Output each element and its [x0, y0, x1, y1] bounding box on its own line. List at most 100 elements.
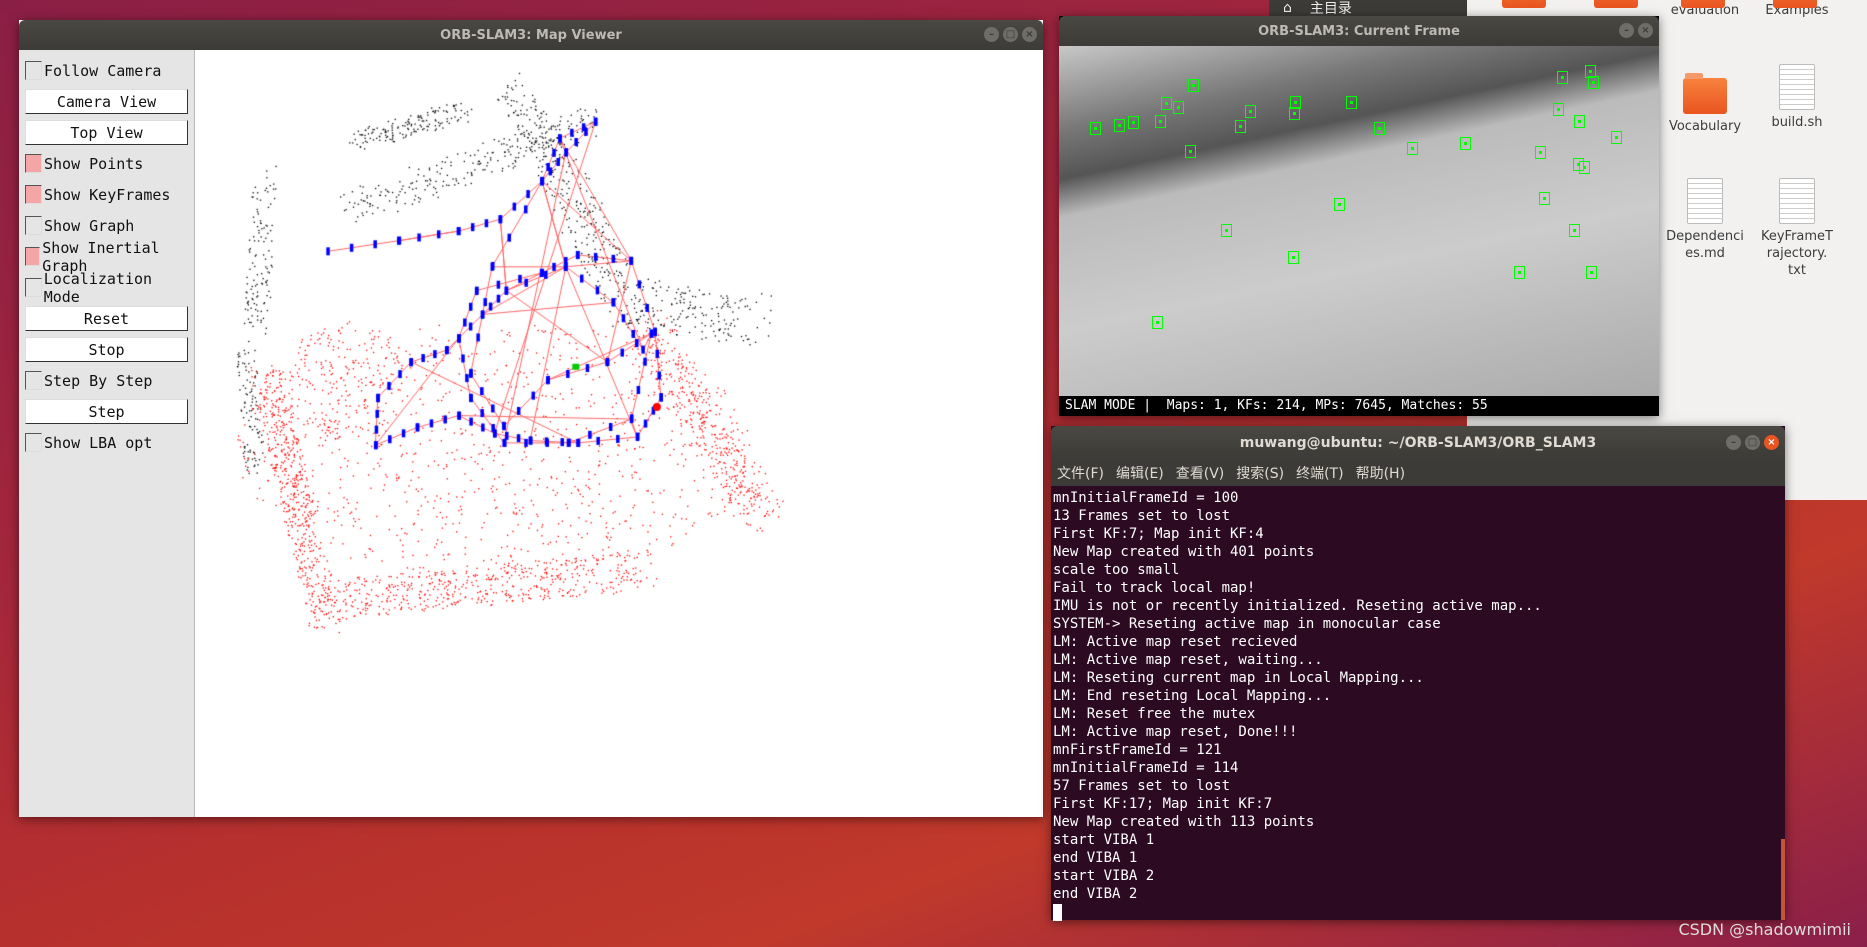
file-item[interactable]: KeyFrameT rajectory. txt [1752, 178, 1842, 279]
maximize-button[interactable]: □ [1745, 435, 1760, 450]
menu-item[interactable]: 文件(F) [1057, 463, 1104, 483]
terminal-prompt [1053, 903, 1785, 921]
control-label: Show KeyFrames [44, 185, 171, 204]
checkbox-box[interactable] [25, 61, 42, 80]
feature-marker [1244, 104, 1256, 118]
menu-item[interactable]: 终端(T) [1296, 463, 1343, 483]
feature-marker [1611, 130, 1623, 144]
close-button[interactable]: × [1022, 27, 1037, 42]
feature-marker [1552, 103, 1564, 117]
follow-camera-checkbox[interactable]: Follow Camera [25, 58, 161, 83]
camera-view-button[interactable]: Camera View [25, 89, 188, 114]
terminal-line: First KF:7; Map init KF:4 [1053, 526, 1264, 542]
localization-mode-checkbox[interactable]: Localization Mode [25, 270, 194, 306]
stop-button[interactable]: Stop [25, 337, 188, 362]
close-button[interactable]: × [1638, 23, 1653, 38]
map-viewer-window: ORB-SLAM3: Map Viewer – □ × Follow Camera C… [19, 20, 1043, 817]
scrollbar[interactable] [1781, 839, 1785, 920]
feature-marker [1155, 115, 1167, 129]
home-icon[interactable]: ⌂ [1283, 0, 1292, 16]
top-view-button[interactable]: Top View [25, 120, 188, 145]
folder-icon[interactable] [1773, 0, 1817, 8]
feature-marker [1334, 197, 1346, 211]
terminal-line: New Map created with 401 points [1053, 544, 1315, 560]
checkbox-box[interactable] [25, 154, 42, 173]
control-label: Stop [88, 340, 125, 359]
terminal-line: mnInitialFrameId = 114 [1053, 760, 1239, 776]
menu-item[interactable]: 搜索(S) [1236, 463, 1284, 483]
cursor [1053, 903, 1062, 921]
terminal-line: LM: Active map reset, Done!!! [1053, 724, 1298, 740]
menu-item[interactable]: 帮助(H) [1356, 463, 1405, 483]
file-item[interactable]: build.sh [1752, 64, 1842, 131]
control-label: Camera View [56, 92, 157, 111]
control-label: Show LBA opt [44, 433, 153, 452]
feature-marker [1187, 79, 1199, 93]
step-by-step-checkbox[interactable]: Step By Step [25, 368, 152, 393]
feature-marker [1534, 146, 1546, 160]
terminal-line: 13 Frames set to lost [1053, 508, 1231, 524]
terminal-line: Fail to track local map! [1053, 580, 1256, 596]
minimize-button[interactable]: – [1726, 435, 1741, 450]
checkbox-box[interactable] [25, 185, 42, 204]
minimize-button[interactable]: – [984, 27, 999, 42]
slam-status-bar: SLAM MODE | Maps: 1, KFs: 214, MPs: 7645… [1059, 396, 1659, 416]
folder-icon[interactable] [1681, 0, 1725, 8]
feature-marker [1578, 160, 1590, 174]
feature-marker [1407, 141, 1419, 155]
terminal-output[interactable]: mnInitialFrameId = 100 13 Frames set to l… [1051, 486, 1785, 921]
maximize-button[interactable]: □ [1003, 27, 1018, 42]
feature-marker [1569, 223, 1581, 237]
show-graph-checkbox[interactable]: Show Graph [25, 213, 134, 238]
checkbox-box[interactable] [25, 216, 42, 235]
reset-button[interactable]: Reset [25, 306, 188, 331]
window-title: ORB-SLAM3: Current Frame [1258, 23, 1460, 39]
menu-item[interactable]: 编辑(E) [1116, 463, 1164, 483]
terminal-line: end VIBA 1 [1053, 850, 1138, 866]
feature-marker [1113, 118, 1125, 132]
checkbox-box[interactable] [25, 371, 42, 390]
show-inertial-graph-checkbox[interactable]: Show Inertial Graph [25, 239, 194, 275]
control-label: Step [88, 402, 125, 421]
terminal-line: mnFirstFrameId = 121 [1053, 742, 1222, 758]
file-icon [1779, 178, 1815, 224]
camera-frame-image [1059, 46, 1659, 396]
show-lba-opt-checkbox[interactable]: Show LBA opt [25, 430, 152, 455]
step-button[interactable]: Step [25, 399, 188, 424]
checkbox-box[interactable] [25, 247, 41, 266]
feature-marker [1557, 71, 1569, 85]
map-3d-view[interactable] [195, 50, 1043, 817]
file-label: Vocabulary [1668, 119, 1742, 134]
feature-marker [1161, 97, 1173, 111]
folder-icon[interactable] [1594, 0, 1638, 8]
file-item[interactable]: Vocabulary [1660, 73, 1750, 135]
terminal-line: First KF:17; Map init KF:7 [1053, 796, 1273, 812]
menu-item[interactable]: 查看(V) [1176, 463, 1225, 483]
feature-marker [1235, 120, 1247, 134]
control-label: Show Points [44, 154, 144, 173]
close-button[interactable]: × [1764, 435, 1779, 450]
terminal-line: LM: Reset free the mutex [1053, 706, 1256, 722]
control-panel: Follow Camera Camera View Top View Show Poi… [19, 50, 195, 817]
minimize-button[interactable]: – [1619, 23, 1634, 38]
title-bar: ORB-SLAM3: Map Viewer – □ × [19, 20, 1043, 50]
show-keyframes-checkbox[interactable]: Show KeyFrames [25, 182, 170, 207]
window-title: muwang@ubuntu: ~/ORB-SLAM3/ORB_SLAM3 [1239, 435, 1597, 451]
control-label: Localization Mode [43, 269, 153, 306]
checkbox-box[interactable] [25, 433, 42, 452]
feature-marker [1185, 145, 1197, 159]
checkbox-box[interactable] [25, 278, 42, 297]
feature-marker [1574, 115, 1586, 129]
feature-marker [1127, 116, 1139, 130]
terminal-line: start VIBA 2 [1053, 868, 1155, 884]
folder-icon[interactable] [1502, 0, 1546, 8]
feature-marker [1346, 96, 1358, 110]
terminal-line: LM: Active map reset, waiting... [1053, 652, 1323, 668]
current-frame-window: ORB-SLAM3: Current Frame – × SLAM MODE | … [1059, 16, 1659, 416]
feature-marker [1151, 315, 1163, 329]
terminal-line: mnInitialFrameId = 100 [1053, 490, 1239, 506]
feature-marker [1089, 122, 1101, 136]
file-item[interactable]: Dependenci es.md [1660, 178, 1750, 262]
show-points-checkbox[interactable]: Show Points [25, 151, 143, 176]
menu-bar: 文件(F) 编辑(E) 查看(V) 搜索(S) 终端(T) 帮助(H) [1051, 460, 1785, 486]
